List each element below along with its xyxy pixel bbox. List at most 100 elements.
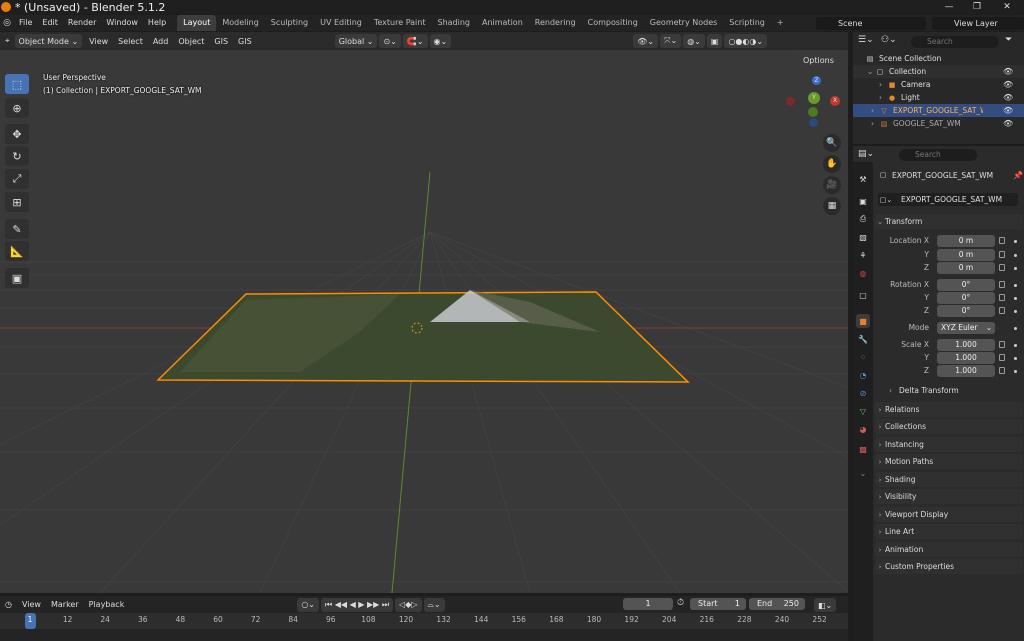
keyframe-dot-icon[interactable] bbox=[1014, 357, 1017, 360]
start-frame-field[interactable]: Start 1 bbox=[690, 598, 746, 610]
properties-editor-icon[interactable]: ▤⌄ bbox=[858, 149, 874, 159]
maximize-button[interactable]: ❐ bbox=[962, 0, 992, 14]
keyframe-dot-icon[interactable] bbox=[1014, 240, 1017, 243]
instancing-panel-header[interactable]: › Instancing bbox=[875, 437, 1023, 452]
rotation-y-field[interactable]: 0° bbox=[937, 292, 995, 304]
motion-paths-panel-header[interactable]: › Motion Paths bbox=[875, 454, 1023, 469]
tabs-more-icon[interactable]: ⌄ bbox=[856, 466, 870, 480]
current-frame-field[interactable]: 1 bbox=[623, 598, 673, 610]
tab-layout[interactable]: Layout bbox=[177, 15, 217, 31]
properties-search-input[interactable]: Search bbox=[899, 149, 977, 161]
keyframe-nav-icon[interactable]: ◁◆▷ bbox=[395, 597, 422, 612]
lock-icon[interactable] bbox=[999, 251, 1005, 258]
lock-icon[interactable] bbox=[999, 341, 1005, 348]
scale-tool-button[interactable]: ⤢ bbox=[5, 169, 29, 189]
location-y-field[interactable]: 0 m bbox=[937, 249, 995, 261]
texture-tab-icon[interactable]: ▩ bbox=[856, 442, 870, 456]
keyframe-dot-icon[interactable] bbox=[1014, 370, 1017, 373]
keyframe-dot-icon[interactable] bbox=[1014, 327, 1017, 330]
tab-shading[interactable]: Shading bbox=[431, 15, 476, 31]
outliner-search-input[interactable]: Search bbox=[911, 36, 999, 48]
timeline-menu-playback[interactable]: Playback bbox=[84, 600, 130, 609]
add-workspace-button[interactable]: + bbox=[771, 15, 790, 31]
menu-edit[interactable]: Edit bbox=[37, 15, 63, 31]
menu-file[interactable]: File bbox=[14, 15, 37, 31]
keyframe-dot-icon[interactable] bbox=[1014, 267, 1017, 270]
delta-transform-subpanel[interactable]: › Delta Transform bbox=[889, 386, 959, 395]
tab-uv-editing[interactable]: UV Editing bbox=[314, 15, 368, 31]
menu-view[interactable]: View bbox=[84, 37, 113, 46]
world-tab-icon[interactable]: ◍ bbox=[856, 266, 870, 280]
gizmo-neg-z[interactable] bbox=[809, 118, 818, 127]
mode-selector[interactable]: Object Mode ⌄ bbox=[14, 34, 83, 48]
close-button[interactable]: ✕ bbox=[992, 0, 1022, 14]
camera-view-icon[interactable]: 🎥 bbox=[823, 176, 841, 194]
shading-panel-header[interactable]: › Shading bbox=[875, 472, 1023, 487]
tab-rendering[interactable]: Rendering bbox=[529, 15, 582, 31]
tab-sculpting[interactable]: Sculpting bbox=[265, 15, 314, 31]
location-z-field[interactable]: 0 m bbox=[937, 262, 995, 274]
proportional-edit-icon[interactable]: ◉⌄ bbox=[429, 34, 452, 48]
outliner-item-export-google-sat-wm[interactable]: › ▽ EXPORT_GOOGLE_SAT_WM bbox=[853, 104, 1024, 117]
playback-controls[interactable]: ⏮ ◀◀ ◀ ▶ ▶▶ ⏭ bbox=[321, 597, 394, 612]
annotate-tool-button[interactable]: ✎ bbox=[5, 219, 29, 239]
select-tool-button[interactable]: ⬚ bbox=[5, 74, 29, 94]
keyframe-dot-icon[interactable] bbox=[1014, 254, 1017, 257]
transform-panel-header[interactable]: ⌄ Transform bbox=[875, 214, 1023, 229]
tab-scripting[interactable]: Scripting bbox=[723, 15, 771, 31]
menu-add[interactable]: Add bbox=[148, 37, 174, 46]
timeline-menu-view[interactable]: View bbox=[17, 600, 46, 609]
measure-tool-button[interactable]: 📐 bbox=[5, 241, 29, 261]
modifiers-tab-icon[interactable]: 🔧 bbox=[856, 332, 870, 346]
lock-icon[interactable] bbox=[999, 354, 1005, 361]
keyframe-record-icon[interactable]: ○⌄ bbox=[297, 597, 320, 612]
scale-z-field[interactable]: 1.000 bbox=[937, 365, 995, 377]
menu-gis[interactable]: GIS bbox=[209, 37, 233, 46]
keyframe-dot-icon[interactable] bbox=[1014, 310, 1017, 313]
object-tab-icon[interactable]: ■ bbox=[856, 314, 870, 328]
visibility-panel-header[interactable]: › Visibility bbox=[875, 489, 1023, 504]
tab-animation[interactable]: Animation bbox=[476, 15, 529, 31]
outliner-display-mode-icon[interactable]: ⚇⌄ bbox=[881, 35, 897, 45]
scene-collection-row[interactable]: ▤ Scene Collection bbox=[853, 52, 1024, 65]
scene-tab-icon[interactable]: ⚘ bbox=[856, 248, 870, 262]
view-layer-selector[interactable]: View Layer bbox=[932, 17, 1024, 30]
rotate-tool-button[interactable]: ↻ bbox=[5, 146, 29, 166]
google-expand-icon[interactable]: › bbox=[871, 119, 879, 128]
shading-modes-icon[interactable]: ○●◐◑⌄ bbox=[724, 34, 768, 48]
timeline-editor-icon[interactable]: ◷ bbox=[0, 600, 17, 609]
visibility-icon[interactable]: 👁⌄ bbox=[633, 34, 659, 48]
add-cube-tool-button[interactable]: ▣ bbox=[5, 268, 29, 288]
outliner-item-camera[interactable]: › ■ Camera bbox=[853, 78, 1024, 91]
rotation-x-field[interactable]: 0° bbox=[937, 279, 995, 291]
custom-properties-panel-header[interactable]: › Custom Properties bbox=[875, 559, 1023, 574]
pin-icon[interactable]: 📌 bbox=[1013, 171, 1023, 180]
physics-tab-icon[interactable]: ◔ bbox=[856, 368, 870, 382]
gizmo-neg-x[interactable] bbox=[786, 97, 795, 106]
gizmo-toggle-icon[interactable]: ⤧⌄ bbox=[660, 34, 682, 48]
material-tab-icon[interactable]: ◕ bbox=[856, 422, 870, 436]
export-expand-icon[interactable]: › bbox=[871, 106, 879, 115]
gizmo-y-axis[interactable]: Y bbox=[808, 92, 820, 104]
menu-select[interactable]: Select bbox=[113, 37, 148, 46]
clock-icon[interactable]: ⏱ bbox=[677, 598, 684, 608]
lock-icon[interactable] bbox=[999, 281, 1005, 288]
data-tab-icon[interactable]: ▽ bbox=[856, 404, 870, 418]
end-frame-field[interactable]: End 250 bbox=[749, 598, 805, 610]
scale-y-field[interactable]: 1.000 bbox=[937, 352, 995, 364]
output-tab-icon[interactable]: ⎙ bbox=[856, 212, 870, 226]
tool-tab-icon[interactable]: ⚒ bbox=[856, 172, 870, 186]
overlay-toggle-icon[interactable]: ◍⌄ bbox=[683, 34, 705, 48]
keyframe-dot-icon[interactable] bbox=[1014, 344, 1017, 347]
collection-tab-icon[interactable]: ▢ bbox=[856, 288, 870, 302]
outliner-item-google-sat-wm[interactable]: › ▨ GOOGLE_SAT_WM bbox=[853, 117, 1024, 130]
tab-compositing[interactable]: Compositing bbox=[582, 15, 644, 31]
lock-icon[interactable] bbox=[999, 237, 1005, 244]
options-button[interactable]: Options bbox=[799, 53, 838, 67]
tab-texture-paint[interactable]: Texture Paint bbox=[368, 15, 432, 31]
orientation-selector[interactable]: Global ⌄ bbox=[334, 34, 378, 48]
particles-tab-icon[interactable]: ⁘ bbox=[856, 350, 870, 364]
frame-ruler[interactable]: 1 12 24 36 48 60 72 84 96 108 120 132 144 156 168 180 19… bbox=[0, 613, 848, 629]
menu-object[interactable]: Object bbox=[173, 37, 209, 46]
menu-window[interactable]: Window bbox=[101, 15, 143, 31]
